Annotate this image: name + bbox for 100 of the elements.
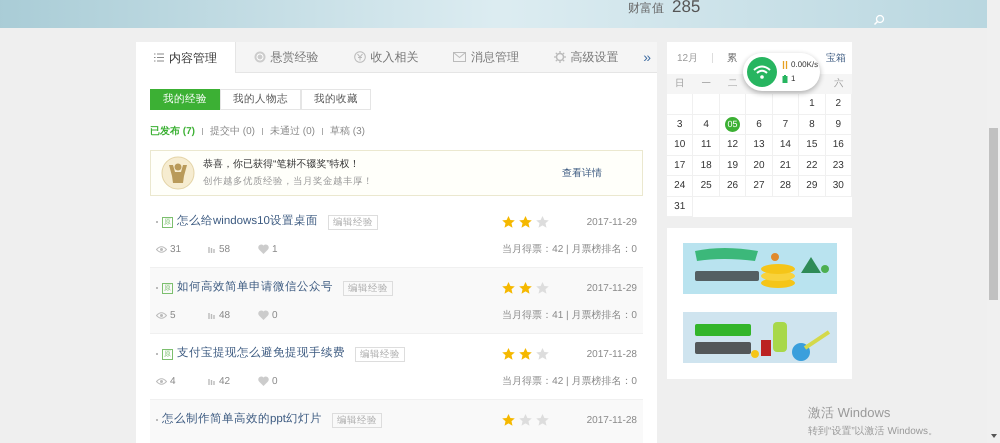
day-cell[interactable]: 15 <box>806 137 818 152</box>
view-count: 5 <box>170 308 176 322</box>
day-cell[interactable]: 12 <box>727 137 738 152</box>
day-cell[interactable]: 6 <box>756 116 762 132</box>
day-cell[interactable]: 18 <box>700 158 712 173</box>
star-icon <box>536 216 549 228</box>
tab[interactable]: 内容管理 <box>136 42 236 73</box>
day-cell[interactable]: 31 <box>674 198 686 214</box>
battery-icon <box>782 75 788 83</box>
weekday-label: 六 <box>832 76 845 91</box>
day-cell[interactable]: 1 <box>809 96 815 112</box>
view-count: 4 <box>170 374 176 388</box>
vote-stats-text: 当月得票：42 | 月票榜排名：0 <box>502 374 637 388</box>
star-icon <box>502 216 515 228</box>
article-title-link[interactable]: 怎么给windows10设置桌面 <box>177 213 318 231</box>
star-icon <box>502 348 515 360</box>
day-cell[interactable]: 7 <box>782 116 788 132</box>
weekday-label: 一 <box>700 76 713 91</box>
bar-chart-icon <box>208 246 216 252</box>
day-cell[interactable]: 25 <box>700 178 712 194</box>
vote-count: 58 <box>219 242 230 256</box>
tab[interactable]: 收入相关 <box>336 42 436 72</box>
more-tabs-button[interactable]: » <box>643 42 651 72</box>
filter-link[interactable]: 未通过 (0) <box>270 124 315 138</box>
tab[interactable]: 高级设置 <box>536 42 636 72</box>
vote-count: 48 <box>219 308 230 322</box>
day-cell[interactable]: 8 <box>809 116 815 132</box>
eye-icon <box>156 246 167 252</box>
star-icon <box>536 414 549 426</box>
day-cell[interactable]: 2 <box>836 96 842 112</box>
count-text: 1 <box>791 73 796 85</box>
day-cell[interactable]: 29 <box>806 178 818 194</box>
day-cell[interactable]: 16 <box>832 137 844 152</box>
day-cell[interactable]: 4 <box>703 116 709 132</box>
day-cell[interactable]: 10 <box>674 137 686 152</box>
vote-stats-text: 当月得票：42 | 月票榜排名：0 <box>502 242 637 256</box>
day-cell[interactable]: 30 <box>832 178 844 194</box>
filter-link[interactable]: 提交中 (0) <box>210 124 255 138</box>
day-cell[interactable]: 11 <box>700 137 712 152</box>
day-cell[interactable]: 3 <box>676 116 682 132</box>
sub-tab[interactable]: 我的收藏 <box>301 89 371 110</box>
star-icon <box>502 414 515 426</box>
transfer-icon <box>782 61 788 69</box>
list-icon <box>154 53 164 62</box>
day-cell[interactable]: 26 <box>727 178 738 194</box>
summary-text: 累 <box>727 52 738 66</box>
like-count: 1 <box>272 242 278 256</box>
bar-chart-icon <box>208 312 216 318</box>
eye-icon <box>156 378 167 384</box>
wifi-icon <box>747 57 777 87</box>
heart-icon <box>258 310 269 320</box>
day-cell[interactable]: 17 <box>674 158 686 173</box>
star-icon <box>518 348 532 360</box>
notice-subtitle: 创作越多优质经验，当月奖金越丰厚！ <box>203 174 374 189</box>
settings-icon <box>554 51 566 63</box>
day-cell[interactable]: 23 <box>832 158 844 173</box>
search-icon[interactable] <box>873 14 886 26</box>
day-cell[interactable]: 20 <box>753 158 765 173</box>
star-icon <box>536 282 549 294</box>
article-title-link[interactable]: 支付宝提现怎么避免提现手续费 <box>177 345 345 363</box>
day-cell[interactable]: 14 <box>780 137 791 152</box>
day-cell[interactable]: 21 <box>780 158 791 173</box>
day-cell[interactable]: 19 <box>727 158 738 173</box>
speed-text: 0.00K/s <box>791 59 818 71</box>
notice-title: 恭喜，你已获得“笔耕不辍奖”特权！ <box>203 158 361 172</box>
like-count: 0 <box>272 308 278 322</box>
date-text: 2017-11-29 <box>586 216 637 230</box>
yen-icon <box>354 51 366 63</box>
open-chest-link[interactable]: 宝箱 <box>826 50 846 66</box>
day-cell[interactable]: 9 <box>836 116 842 132</box>
activation-title: 激活 Windows <box>808 404 892 422</box>
filter-link[interactable]: 草稿 (3) <box>330 124 365 138</box>
article-title-link[interactable]: 怎么制作简单高效的ppt幻灯片 <box>162 411 322 429</box>
scrollbar-thumb[interactable] <box>989 128 998 300</box>
day-cell[interactable]: 28 <box>780 178 791 194</box>
day-cell[interactable]: 27 <box>753 178 765 194</box>
date-text: 2017-11-29 <box>586 282 637 296</box>
day-cell[interactable]: 24 <box>674 178 686 194</box>
tab[interactable]: 悬赏经验 <box>236 42 336 72</box>
view-count: 31 <box>170 242 182 256</box>
wealth-value: 285 <box>672 0 700 18</box>
star-icon <box>502 282 515 294</box>
bar-chart-icon <box>208 378 216 384</box>
date-text: 2017-11-28 <box>586 348 637 362</box>
star-icon <box>518 282 532 294</box>
heart-icon <box>258 376 269 386</box>
details-link[interactable]: 查看详情 <box>562 166 602 180</box>
date-text: 2017-11-28 <box>586 414 637 428</box>
sub-tab[interactable]: 我的人物志 <box>220 89 301 110</box>
day-cell[interactable]: 13 <box>753 137 765 152</box>
article-title-link[interactable]: 如何高效简单申请微信公众号 <box>177 279 333 297</box>
weekday-label: 日 <box>674 76 686 91</box>
star-icon <box>518 216 532 228</box>
tab[interactable]: 消息管理 <box>436 42 536 72</box>
scroll-down-icon[interactable] <box>991 434 997 438</box>
wealth-label: 财富值 <box>628 0 664 17</box>
vote-stats-text: 当月得票：41 | 月票榜排名：0 <box>502 308 637 322</box>
day-cell[interactable]: 22 <box>806 158 818 173</box>
month-label: 12月 <box>677 52 698 66</box>
trophy-figure-icon <box>161 156 195 190</box>
